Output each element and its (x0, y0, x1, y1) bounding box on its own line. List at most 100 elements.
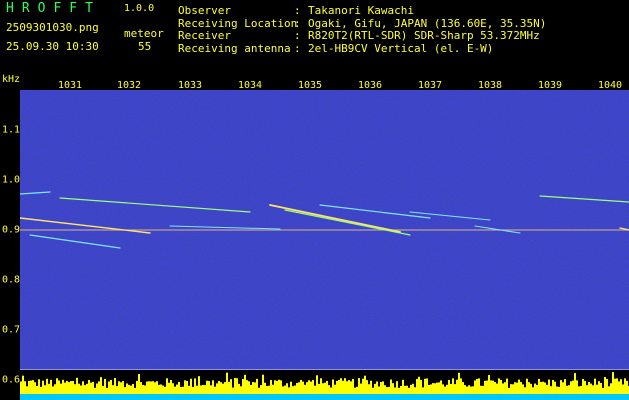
level-bar (108, 381, 110, 394)
level-bar (346, 381, 348, 394)
level-bar (248, 381, 250, 394)
level-bar (244, 374, 246, 394)
level-bar (82, 381, 84, 394)
level-bar (298, 382, 300, 394)
level-bar (494, 382, 496, 394)
level-bar (198, 376, 200, 394)
level-bar (266, 385, 268, 394)
level-bar (172, 383, 174, 394)
level-bar (236, 378, 238, 394)
level-bar (448, 379, 450, 394)
level-bar (186, 380, 188, 394)
level-bar (234, 378, 236, 394)
level-bar (482, 385, 484, 394)
level-bar (138, 374, 140, 394)
y-tick-label: 0.6 (2, 374, 21, 386)
level-bar (52, 386, 54, 394)
y-tick-label: 0.8 (2, 274, 21, 286)
level-bar (562, 382, 564, 394)
level-bar (360, 383, 362, 394)
level-bar (224, 382, 226, 394)
level-bar (144, 385, 146, 394)
level-bar (578, 386, 580, 394)
spectrogram (20, 90, 629, 400)
level-bar (434, 383, 436, 394)
level-bar (176, 384, 178, 394)
level-bar (464, 385, 466, 394)
level-bar (512, 384, 514, 394)
level-bar (222, 383, 224, 394)
level-bar (526, 378, 528, 394)
level-bar (178, 381, 180, 394)
level-bar (504, 382, 506, 394)
level-bar (216, 383, 218, 394)
level-bar (106, 387, 108, 394)
level-bar (112, 385, 114, 394)
level-bar (192, 387, 194, 394)
level-bar (60, 383, 62, 394)
level-bar (208, 381, 210, 394)
level-bar (590, 383, 592, 394)
level-bar (534, 383, 536, 394)
level-bar (58, 380, 60, 394)
level-bar (528, 382, 530, 394)
level-bar (94, 387, 96, 394)
level-bar (474, 380, 476, 394)
level-bar (92, 381, 94, 394)
level-bar (290, 381, 292, 394)
level-bar (488, 375, 490, 394)
level-bar (288, 387, 290, 394)
level-bar (294, 385, 296, 394)
level-bar (486, 380, 488, 394)
level-bar (196, 385, 198, 394)
level-bar (384, 385, 386, 394)
level-bar (358, 378, 360, 394)
level-bar (446, 384, 448, 394)
level-bar (310, 381, 312, 394)
level-bar (498, 378, 500, 394)
level-bar (596, 384, 598, 394)
level-bar (566, 385, 568, 394)
level-bar (120, 382, 122, 394)
level-bar (272, 384, 274, 394)
level-bar (430, 384, 432, 394)
level-bar (586, 385, 588, 394)
level-bar (212, 380, 214, 394)
level-bar (70, 381, 72, 394)
level-bar (496, 383, 498, 394)
level-bar (580, 386, 582, 394)
level-bar (38, 379, 40, 394)
level-bar (130, 385, 132, 394)
level-bar (28, 380, 30, 394)
level-bar (232, 387, 234, 394)
level-bar (162, 385, 164, 394)
level-bar (78, 383, 80, 394)
level-bar (564, 379, 566, 394)
level-bar (388, 386, 390, 394)
level-bar (168, 382, 170, 394)
level-bar (328, 385, 330, 394)
level-bar (242, 379, 244, 394)
level-bar (22, 375, 24, 394)
level-bar (36, 385, 38, 394)
level-bar (552, 379, 554, 394)
level-bar (380, 382, 382, 394)
level-bar (508, 387, 510, 394)
level-bar (296, 383, 298, 394)
level-bar (536, 384, 538, 394)
station-info: Observer: Takanori Kawachi Receiving Loca… (178, 4, 546, 55)
level-bar (608, 386, 610, 394)
level-bar (612, 372, 614, 394)
level-bar (604, 377, 606, 394)
spectrogram-svg (20, 90, 629, 400)
level-bar (584, 380, 586, 394)
level-bar (332, 379, 334, 394)
level-bar (270, 380, 272, 394)
level-bar (142, 384, 144, 394)
level-bar (306, 382, 308, 394)
level-bar (146, 381, 148, 394)
level-bar (602, 387, 604, 394)
level-bar (350, 381, 352, 394)
level-bar (348, 380, 350, 394)
level-bar (418, 376, 420, 394)
